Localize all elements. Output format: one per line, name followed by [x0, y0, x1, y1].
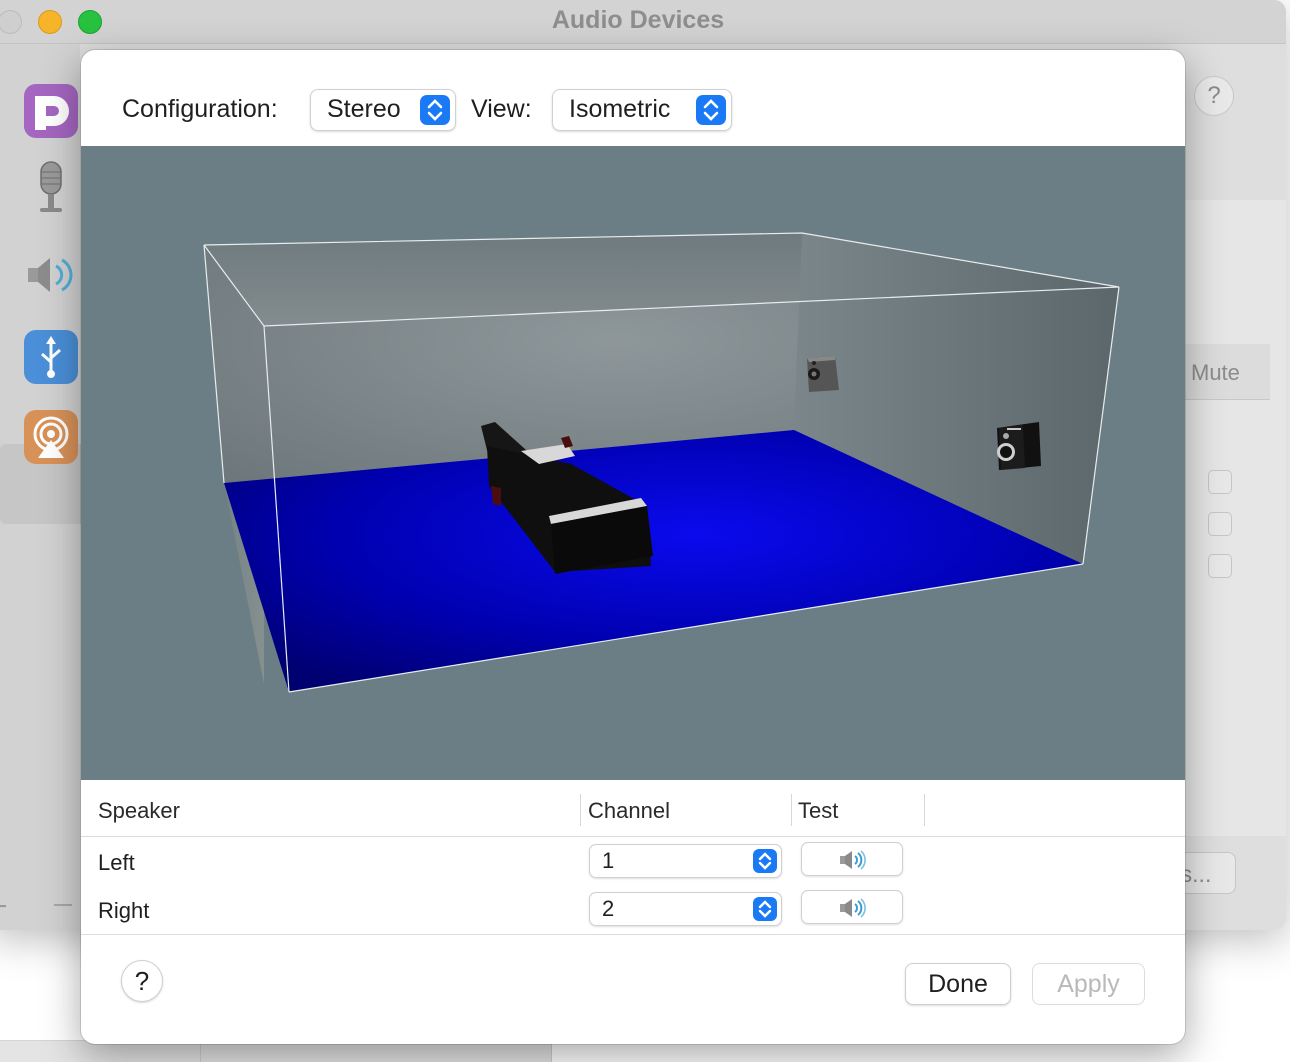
channel-column-header: Channel: [588, 798, 670, 823]
table-bottom-divider: [81, 934, 1185, 935]
channel-value: 1: [602, 848, 615, 873]
configuration-value: Stereo: [327, 95, 401, 123]
usb-icon[interactable]: [24, 330, 78, 384]
table-row[interactable]: Left 1: [81, 838, 1185, 886]
sheet-toolbar: Configuration: Stereo View: Isometric: [81, 50, 1185, 146]
window-title: Audio Devices: [551, 6, 725, 34]
view-label: View:: [471, 95, 532, 123]
mute-checkbox[interactable]: [1208, 512, 1232, 536]
speaker-column-header: Speaker: [98, 798, 180, 823]
help-button-bg[interactable]: ?: [1194, 76, 1234, 116]
title-bar: Audio Devices: [0, 0, 1286, 44]
chevron-updown-icon: [753, 849, 777, 873]
speaker-name: Left: [98, 850, 135, 875]
screen: Audio Devices ? Mute rs... Configuration…: [0, 0, 1290, 1062]
speaker-name: Right: [98, 898, 150, 923]
column-divider: [580, 794, 581, 826]
test-speaker-button[interactable]: [801, 842, 903, 876]
speaker-icon[interactable]: [24, 248, 78, 302]
airplay-icon[interactable]: [24, 410, 78, 464]
configuration-label: Configuration:: [122, 95, 278, 123]
mute-checkbox[interactable]: [1208, 554, 1232, 578]
speaker-table-header: Speaker Channel Test: [81, 780, 1185, 837]
speaker-test-icon: [840, 898, 866, 918]
chevron-updown-icon: [753, 897, 777, 921]
chevron-updown-icon: [696, 95, 726, 125]
configuration-popup[interactable]: Stereo: [310, 89, 456, 131]
test-column-header: Test: [798, 798, 839, 823]
view-value: Isometric: [569, 95, 671, 123]
right-speaker-model: [997, 422, 1041, 470]
channel-popup[interactable]: 1: [589, 844, 782, 878]
pd-app-icon[interactable]: [24, 84, 78, 138]
channel-value: 2: [602, 896, 615, 921]
column-divider: [924, 794, 925, 826]
done-button[interactable]: Done: [905, 963, 1011, 1005]
mute-column-header: Mute: [1176, 344, 1270, 400]
mute-checkbox[interactable]: [1208, 470, 1232, 494]
apply-button[interactable]: Apply: [1032, 963, 1145, 1005]
help-button[interactable]: ?: [121, 960, 163, 1002]
view-popup[interactable]: Isometric: [552, 89, 732, 131]
speaker-test-icon: [840, 850, 866, 870]
column-divider: [791, 794, 792, 826]
channel-popup[interactable]: 2: [589, 892, 782, 926]
left-speaker-model: [807, 356, 839, 392]
microphone-icon[interactable]: [24, 160, 78, 214]
chevron-updown-icon: [420, 95, 450, 125]
remove-device-button[interactable]: [54, 904, 72, 906]
test-speaker-button[interactable]: [801, 890, 903, 924]
device-sidebar: [0, 44, 90, 930]
add-device-button[interactable]: +: [0, 890, 8, 924]
table-row[interactable]: Right 2: [81, 886, 1185, 934]
speaker-setup-sheet: Configuration: Stereo View: Isometric Sp…: [81, 50, 1185, 1044]
room-3d-view[interactable]: [81, 146, 1185, 780]
